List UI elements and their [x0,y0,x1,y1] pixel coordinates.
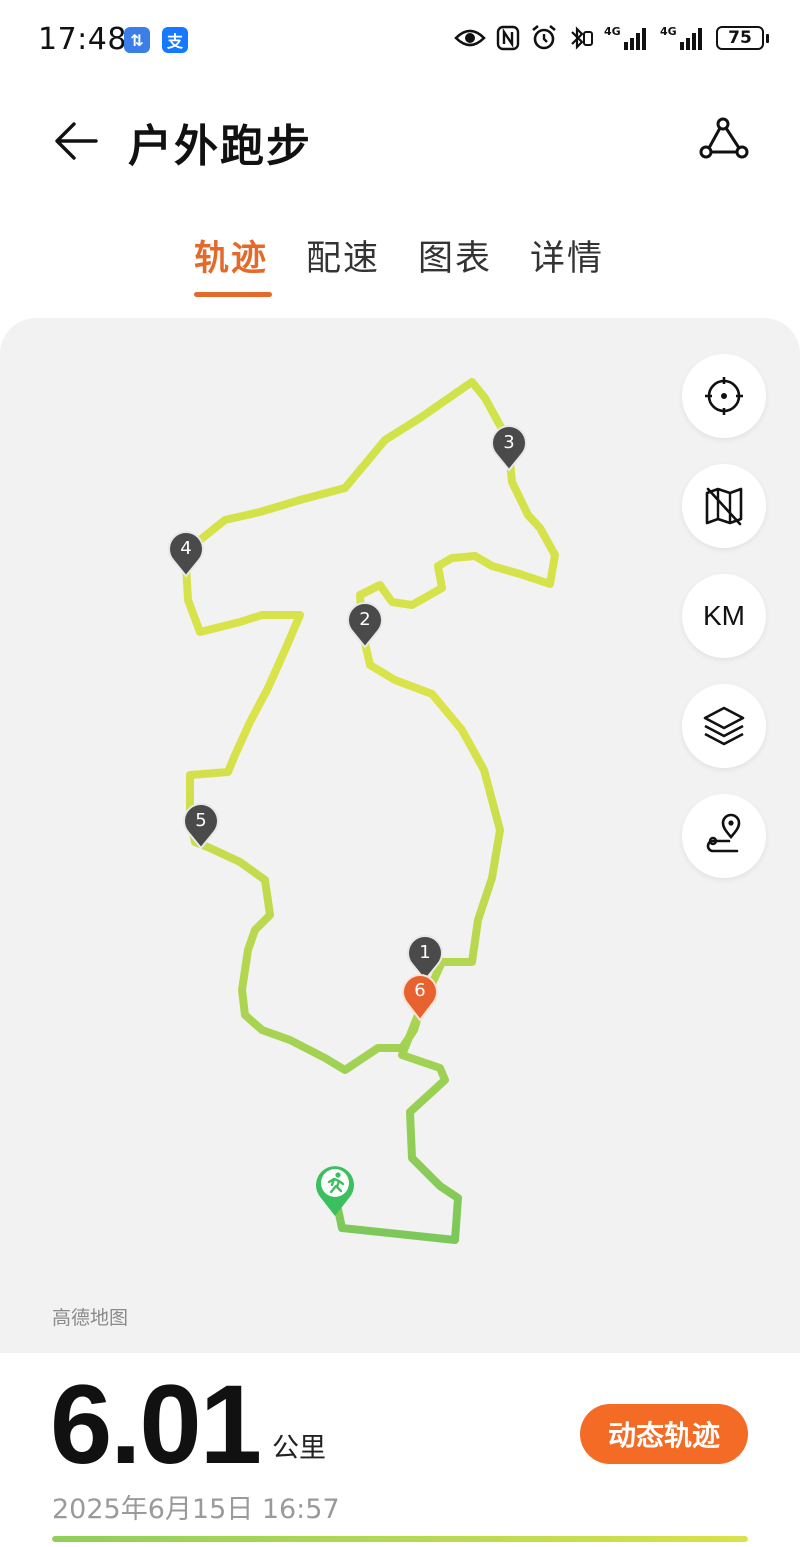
tab-track[interactable]: 轨迹 [194,230,268,281]
svg-text:1: 1 [419,942,430,963]
tab-pace[interactable]: 配速 [306,230,380,281]
route-track [181,378,559,1244]
battery-indicator: 75 [716,26,769,50]
layers-icon [703,706,745,746]
status-time: 17:48 [38,22,127,57]
map-attribution: 高德地图 [52,1307,129,1329]
distance-unit: 公里 [272,1433,326,1464]
layers-button[interactable] [682,684,766,768]
bluetooth-vibrate-icon [571,26,593,50]
start-marker-runner-icon[interactable] [312,1160,358,1218]
end-marker-6[interactable]: 6 [399,968,441,1022]
km-marker-2[interactable]: 2 [344,597,386,649]
signal-4g-icon-1: 4G [604,25,646,50]
tab-bar: 轨迹 配速 图表 详情 [0,230,800,300]
km-marker-5[interactable]: 5 [180,798,222,850]
svg-text:3: 3 [503,432,514,453]
signal-4g-icon-2: 4G [660,25,702,50]
svg-text:4G: 4G [660,25,677,38]
km-toggle-label: KM [703,600,745,631]
route-share-icon [699,117,749,159]
transfer-app-icon: ⇅ [124,27,150,53]
status-bar: 17:48 ⇅ 支 4G 4G 75 [0,0,800,82]
km-marker-4[interactable]: 4 [165,526,207,578]
km-marker-3[interactable]: 3 [488,420,530,472]
alipay-icon: 支 [162,27,188,53]
eye-icon [454,29,486,47]
progress-fill [52,1536,748,1542]
svg-text:4: 4 [180,538,191,559]
route-pin-button[interactable] [682,794,766,878]
svg-text:6: 6 [414,980,425,1001]
back-button[interactable] [52,116,102,166]
system-icons: 4G 4G 75 [454,24,769,52]
svg-text:4G: 4G [604,25,621,38]
map-view[interactable]: 1 2 3 4 5 6 KM 高德地图 [0,318,800,1353]
page-title: 户外跑步 [128,121,312,172]
workout-datetime: 2025年6月15日 16:57 [52,1494,340,1525]
tab-charts[interactable]: 图表 [418,230,492,281]
route-pin-icon [706,813,741,853]
progress-bar [52,1536,748,1542]
nfc-icon [496,25,520,51]
hide-map-button[interactable] [682,464,766,548]
km-toggle-button[interactable]: KM [682,574,766,658]
locate-button[interactable] [682,354,766,438]
back-arrow-icon [55,122,98,160]
alarm-icon [532,24,556,50]
tab-details[interactable]: 详情 [530,230,604,281]
dynamic-track-button[interactable]: 动态轨迹 [580,1404,748,1464]
active-tab-indicator [194,292,272,297]
route-path [181,378,559,1244]
locate-crosshair-icon [705,377,743,415]
map-off-icon [705,487,743,526]
svg-text:5: 5 [195,810,206,831]
distance-value: 6.01 [50,1362,262,1487]
svg-text:2: 2 [359,609,370,630]
route-share-button[interactable] [696,114,750,168]
